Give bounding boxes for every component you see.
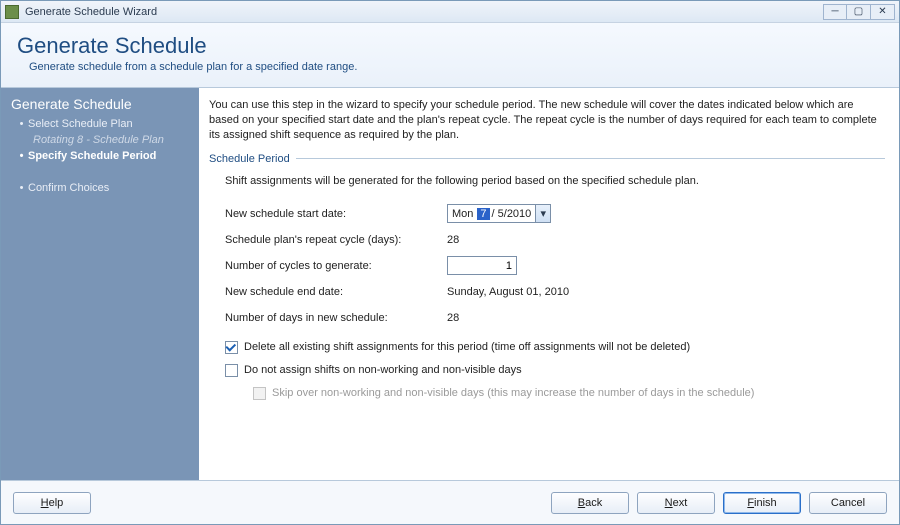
section-body: Shift assignments will be generated for … <box>209 175 885 400</box>
row-repeat-cycle: Schedule plan's repeat cycle (days): 28 <box>225 227 885 253</box>
row-end-date: New schedule end date: Sunday, August 01… <box>225 279 885 305</box>
step-selected-plan: Rotating 8 - Schedule Plan <box>33 134 189 146</box>
step-label: Select Schedule Plan <box>28 118 133 130</box>
num-days-label: Number of days in new schedule: <box>225 312 447 324</box>
step-label: Confirm Choices <box>28 182 109 194</box>
row-cycles: Number of cycles to generate: <box>225 253 885 279</box>
section-header: Schedule Period <box>209 153 885 165</box>
step-confirm[interactable]: •Confirm Choices <box>19 182 189 194</box>
start-date-selected-part: 7 <box>477 208 489 220</box>
body: Generate Schedule •Select Schedule Plan … <box>1 88 899 480</box>
btn-rest: inish <box>754 497 777 509</box>
btn-rest: ext <box>673 497 688 509</box>
page-subtitle: Generate schedule from a schedule plan f… <box>17 61 883 73</box>
window-buttons: ─ ▢ ✕ <box>823 4 895 20</box>
end-date-label: New schedule end date: <box>225 286 447 298</box>
checkbox-delete-existing[interactable]: Delete all existing shift assignments fo… <box>225 341 885 354</box>
step-label: Specify Schedule Period <box>28 150 156 162</box>
wizard-window: Generate Schedule Wizard ─ ▢ ✕ Generate … <box>0 0 900 525</box>
start-date-rest: / 5/2010 <box>490 208 536 220</box>
num-days-value: 28 <box>447 312 459 324</box>
end-date-value: Sunday, August 01, 2010 <box>447 286 569 298</box>
step-specify-period[interactable]: •Specify Schedule Period <box>19 150 189 162</box>
start-date-dow: Mon <box>448 208 477 220</box>
checkbox-label: Delete all existing shift assignments fo… <box>244 341 690 353</box>
close-button[interactable]: ✕ <box>871 4 895 20</box>
checkbox-icon <box>225 364 238 377</box>
cycles-label: Number of cycles to generate: <box>225 260 447 272</box>
repeat-cycle-label: Schedule plan's repeat cycle (days): <box>225 234 447 246</box>
row-start-date: New schedule start date: Mon 7 / 5/2010 … <box>225 201 885 227</box>
back-button[interactable]: Back <box>551 492 629 514</box>
btn-label: Cancel <box>831 497 865 509</box>
header-panel: Generate Schedule Generate schedule from… <box>1 23 899 88</box>
start-date-input[interactable]: Mon 7 / 5/2010 ▾ <box>447 204 551 223</box>
page-title: Generate Schedule <box>17 33 883 59</box>
checkbox-nonworking[interactable]: Do not assign shifts on non-working and … <box>225 364 885 377</box>
titlebar: Generate Schedule Wizard ─ ▢ ✕ <box>1 1 899 23</box>
help-button[interactable]: Help <box>13 492 91 514</box>
footer: Help Back Next Finish Cancel <box>1 480 899 524</box>
start-date-label: New schedule start date: <box>225 208 447 220</box>
chevron-down-icon[interactable]: ▾ <box>535 205 550 222</box>
row-num-days: Number of days in new schedule: 28 <box>225 305 885 331</box>
next-button[interactable]: Next <box>637 492 715 514</box>
checkbox-icon <box>225 341 238 354</box>
step-select-plan[interactable]: •Select Schedule Plan <box>19 118 189 130</box>
cancel-button[interactable]: Cancel <box>809 492 887 514</box>
sidebar: Generate Schedule •Select Schedule Plan … <box>1 88 199 480</box>
checkbox-skip-over: Skip over non-working and non-visible da… <box>253 387 885 400</box>
minimize-button[interactable]: ─ <box>823 4 847 20</box>
window-title: Generate Schedule Wizard <box>25 6 823 18</box>
btn-rest: elp <box>49 497 64 509</box>
app-icon <box>5 5 19 19</box>
checkbox-label: Skip over non-working and non-visible da… <box>272 387 754 399</box>
repeat-cycle-value: 28 <box>447 234 459 246</box>
divider <box>296 158 885 159</box>
maximize-button[interactable]: ▢ <box>847 4 871 20</box>
lead-text: Shift assignments will be generated for … <box>225 175 885 187</box>
btn-rest: ack <box>585 497 602 509</box>
finish-button[interactable]: Finish <box>723 492 801 514</box>
content-panel: You can use this step in the wizard to s… <box>199 88 899 480</box>
checkbox-icon <box>253 387 266 400</box>
checkbox-label: Do not assign shifts on non-working and … <box>244 364 522 376</box>
intro-text: You can use this step in the wizard to s… <box>209 98 885 143</box>
cycles-input[interactable] <box>447 256 517 275</box>
sidebar-title: Generate Schedule <box>11 96 189 112</box>
section-title: Schedule Period <box>209 153 290 165</box>
